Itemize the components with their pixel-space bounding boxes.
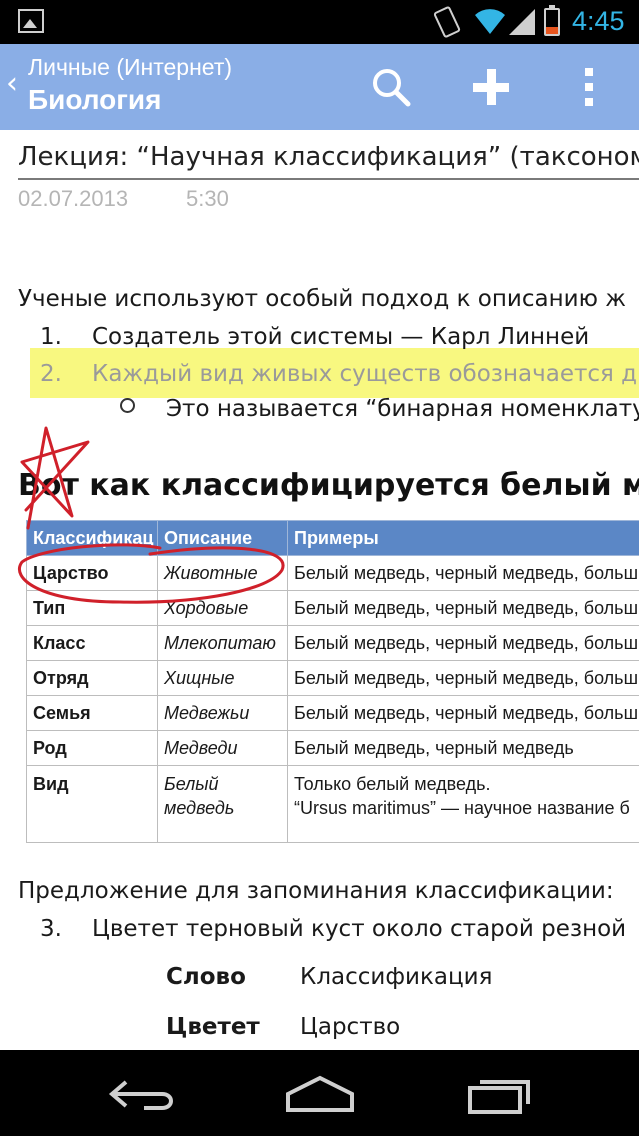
battery-icon <box>544 5 560 36</box>
examples-line: “Ursus maritimus” — научное название б <box>294 798 630 818</box>
add-icon[interactable] <box>466 62 516 112</box>
home-nav-icon[interactable] <box>280 1072 360 1116</box>
page-title-bar[interactable]: Биология <box>28 84 161 116</box>
rank-cell[interactable]: Тип <box>26 590 158 626</box>
list-item-number: 2. <box>40 361 62 387</box>
classification-table[interactable]: Классификац Описание Примеры Царство Жив… <box>26 520 639 843</box>
mnemonic-word[interactable]: Слово <box>166 964 246 990</box>
sub-bullet-icon <box>120 398 135 413</box>
rank-cell[interactable]: Класс <box>26 625 158 661</box>
description-cell[interactable]: Хищные <box>157 660 288 696</box>
examples-cell[interactable]: Белый медведь, черный медведь, больш <box>287 555 639 591</box>
table-row[interactable]: Вид Белый медведь Только белый медведь. … <box>26 765 639 843</box>
status-bar: 4:45 <box>0 0 639 44</box>
mnemonic-meaning[interactable]: Классификация <box>300 964 492 990</box>
navigation-bar <box>0 1050 639 1136</box>
signal-icon <box>509 9 535 35</box>
rank-cell[interactable]: Царство <box>26 555 158 591</box>
list-item[interactable]: Создатель этой системы — Карл Линней <box>92 324 589 350</box>
description-cell[interactable]: Белый медведь <box>157 765 288 843</box>
table-header-row: Классификац Описание Примеры <box>26 520 639 556</box>
mnemonic-word[interactable]: Цветет <box>166 1014 260 1040</box>
back-button[interactable]: ‹ <box>6 66 18 101</box>
table-row[interactable]: Класс Млекопитаю Белый медведь, черный м… <box>26 625 639 661</box>
description-cell[interactable]: Животные <box>157 555 288 591</box>
description-cell[interactable]: Медвежьи <box>157 695 288 731</box>
table-row[interactable]: Царство Животные Белый медведь, черный м… <box>26 555 639 591</box>
mnemonic-intro[interactable]: Предложение для запоминания классификаци… <box>18 878 614 904</box>
examples-cell[interactable]: Белый медведь, черный медведь, больш <box>287 590 639 626</box>
examples-cell[interactable]: Белый медведь, черный медведь, больш <box>287 695 639 731</box>
description-cell[interactable]: Млекопитаю <box>157 625 288 661</box>
mnemonic-sentence[interactable]: Цветет терновый куст около старой резной <box>92 916 626 942</box>
examples-cell[interactable]: Белый медведь, черный медведь <box>287 730 639 766</box>
table-row[interactable]: Тип Хордовые Белый медведь, черный медве… <box>26 590 639 626</box>
status-clock: 4:45 <box>572 6 625 36</box>
section-heading[interactable]: Вот как классифицируется белый мед <box>18 468 639 503</box>
vibrate-icon <box>432 5 462 39</box>
sub-bullet-text[interactable]: Это называется “бинарная номенклату <box>166 396 639 422</box>
recent-apps-icon[interactable] <box>462 1072 542 1116</box>
note-time: 5:30 <box>186 186 229 211</box>
search-icon[interactable] <box>366 62 416 112</box>
rank-cell[interactable]: Семья <box>26 695 158 731</box>
examples-line: Только белый медведь. <box>294 774 491 794</box>
table-header-cell: Описание <box>157 520 288 556</box>
list-item-number: 3. <box>40 916 62 942</box>
mnemonic-meaning[interactable]: Царство <box>300 1014 400 1040</box>
note-title[interactable]: Лекция: “Научная классификация” (таксоно… <box>18 142 639 172</box>
overflow-menu-icon[interactable] <box>564 62 614 112</box>
list-item-number: 1. <box>40 324 62 350</box>
title-divider <box>18 178 639 180</box>
wifi-icon <box>475 9 505 34</box>
table-row[interactable]: Отряд Хищные Белый медведь, черный медве… <box>26 660 639 696</box>
description-cell[interactable]: Хордовые <box>157 590 288 626</box>
gallery-icon <box>18 9 44 33</box>
table-row[interactable]: Семья Медвежьи Белый медведь, черный мед… <box>26 695 639 731</box>
table-header-cell: Примеры <box>287 520 639 556</box>
notebook-section-label[interactable]: Личные (Интернет) <box>28 54 232 81</box>
table-header-cell: Классификац <box>26 520 158 556</box>
note-canvas[interactable]: Лекция: “Научная классификация” (таксоно… <box>0 130 639 1050</box>
note-date: 02.07.2013 <box>18 186 129 211</box>
action-bar: ‹ Личные (Интернет) Биология <box>0 44 639 130</box>
table-row[interactable]: Род Медведи Белый медведь, черный медвед… <box>26 730 639 766</box>
examples-cell[interactable]: Белый медведь, черный медведь, больш <box>287 625 639 661</box>
back-nav-icon[interactable] <box>104 1072 184 1116</box>
examples-cell[interactable]: Только белый медведь. “Ursus maritimus” … <box>287 765 639 843</box>
intro-paragraph[interactable]: Ученые используют особый подход к описан… <box>18 286 626 312</box>
rank-cell[interactable]: Род <box>26 730 158 766</box>
list-item[interactable]: Каждый вид живых существ обозначается д <box>92 361 637 387</box>
examples-cell[interactable]: Белый медведь, черный медведь, больш <box>287 660 639 696</box>
rank-cell[interactable]: Отряд <box>26 660 158 696</box>
description-cell[interactable]: Медведи <box>157 730 288 766</box>
rank-cell[interactable]: Вид <box>26 765 158 843</box>
